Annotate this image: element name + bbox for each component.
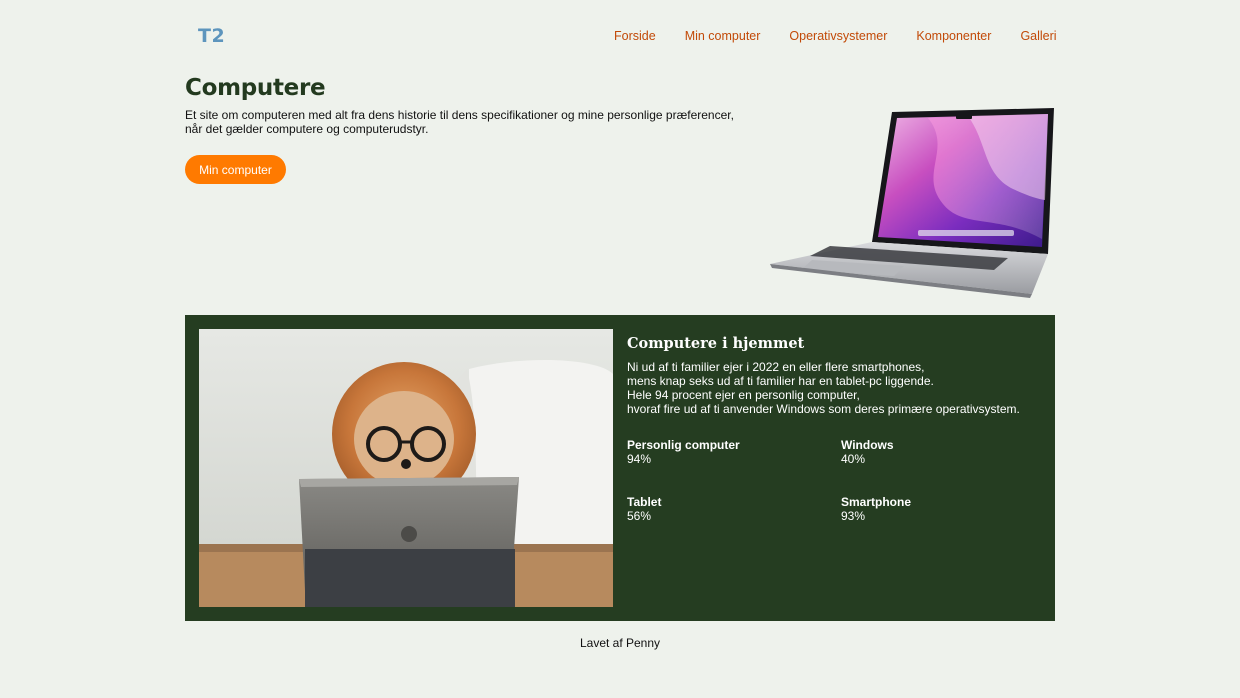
nav-link-operativsystemer[interactable]: Operativsystemer xyxy=(789,29,887,43)
stat-smartphone: Smartphone 93% xyxy=(841,495,911,523)
info-panel: Computere i hjemmet Ni ud af ti familier… xyxy=(185,315,1055,621)
page-title: Computere xyxy=(185,75,326,101)
nav-link-galleri[interactable]: Galleri xyxy=(1020,29,1056,43)
site-logo[interactable]: T2 xyxy=(198,25,225,47)
stat-personlig-computer: Personlig computer 94% xyxy=(627,438,740,466)
main-nav: Forside Min computer Operativsystemer Ko… xyxy=(614,29,1057,43)
stat-label: Smartphone xyxy=(841,495,912,509)
stat-label: Personlig computer xyxy=(627,438,740,452)
info-line: Ni ud af ti familier ejer i 2022 en elle… xyxy=(627,360,925,374)
info-line: mens knap seks ud af ti familier har en … xyxy=(627,374,934,388)
stat-value: 56% xyxy=(627,509,652,523)
stat-label: Windows xyxy=(841,438,894,452)
hero-description: Et site om computeren med alt fra dens h… xyxy=(185,108,734,136)
page: T2 Forside Min computer Operativsystemer… xyxy=(0,0,1240,698)
min-computer-button[interactable]: Min computer xyxy=(185,155,286,184)
nav-link-komponenter[interactable]: Komponenter xyxy=(916,29,991,43)
stat-tablet: Tablet 56% xyxy=(627,495,661,523)
stat-value: 40% xyxy=(841,452,866,466)
info-paragraph: Ni ud af ti familier ejer i 2022 en elle… xyxy=(627,360,1047,416)
info-title: Computere i hjemmet xyxy=(627,335,805,352)
dog-with-tablet-photo xyxy=(199,329,613,607)
info-line: hvoraf fire ud af ti anvender Windows so… xyxy=(627,402,1020,416)
stat-value: 94% xyxy=(627,452,652,466)
info-line: Hele 94 procent ejer en personlig comput… xyxy=(627,388,860,402)
laptop-image xyxy=(770,108,1054,298)
nav-link-min-computer[interactable]: Min computer xyxy=(685,29,761,43)
nav-link-forside[interactable]: Forside xyxy=(614,29,656,43)
stat-label: Tablet xyxy=(627,495,662,509)
footer-credit: Lavet af Penny xyxy=(579,636,661,650)
stat-windows: Windows 40% xyxy=(841,438,894,466)
stat-value: 93% xyxy=(841,509,866,523)
